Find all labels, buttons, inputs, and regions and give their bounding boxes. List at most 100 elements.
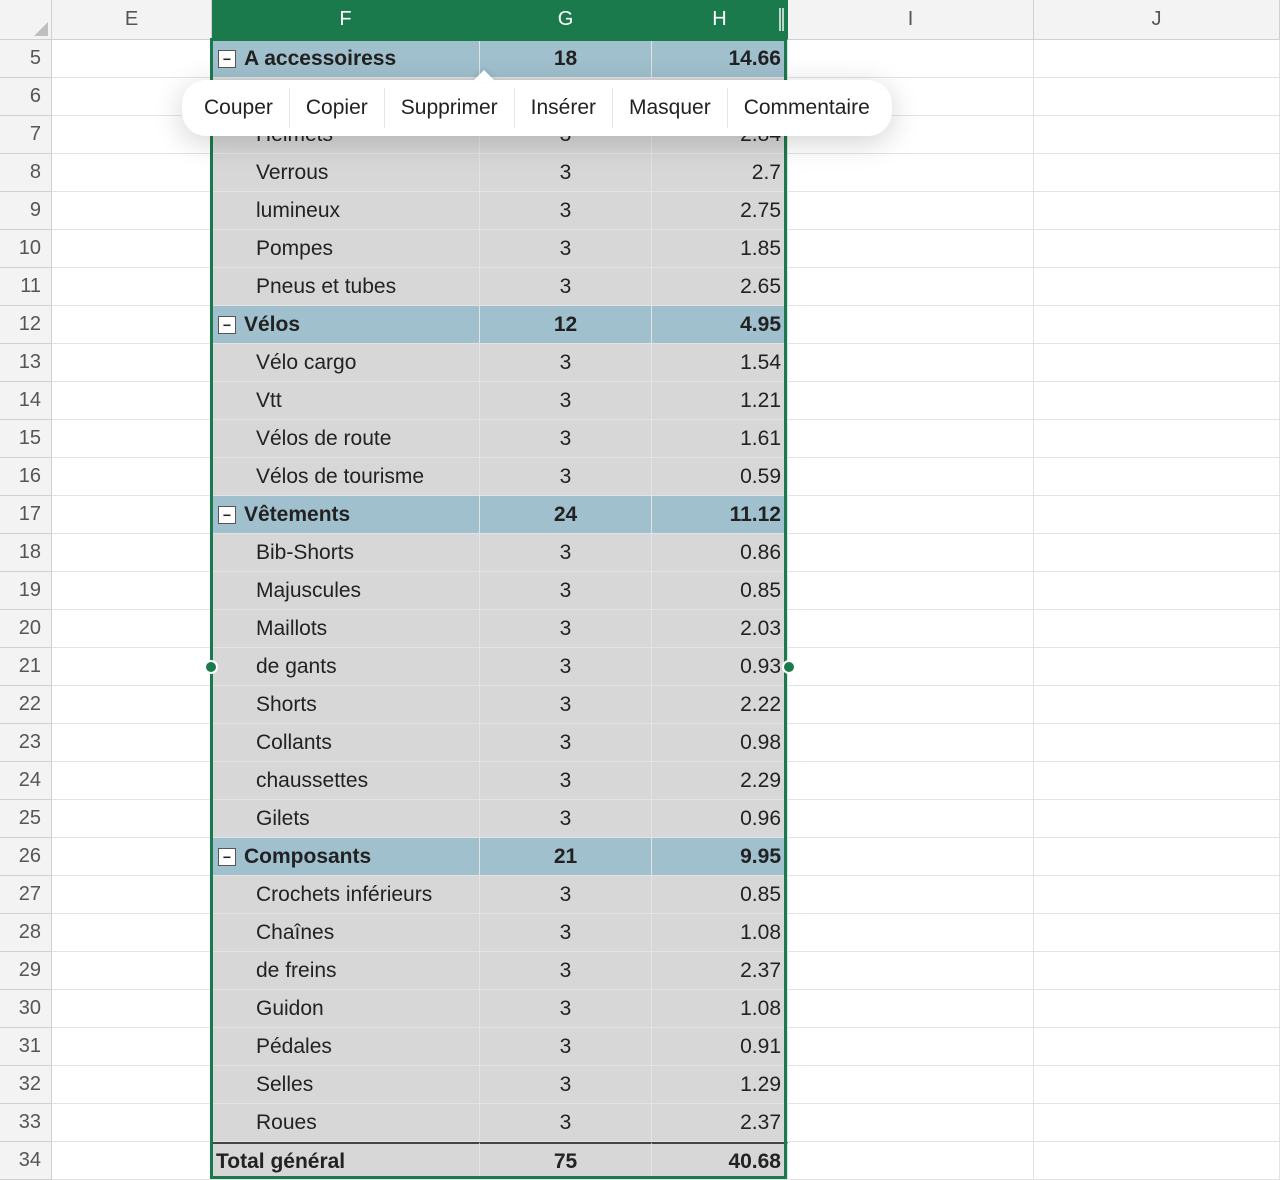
cell-G[interactable]: 21 [480,838,652,876]
cell-J[interactable] [1034,420,1280,458]
row-header[interactable]: 13 [0,344,52,382]
cell-J[interactable] [1034,268,1280,306]
cell-I[interactable] [788,306,1034,344]
cell-E[interactable] [52,458,212,496]
cell-J[interactable] [1034,724,1280,762]
cell-I[interactable] [788,800,1034,838]
cell-H[interactable]: 0.86 [652,534,788,572]
cell-H[interactable]: 9.95 [652,838,788,876]
cell-H[interactable]: 2.29 [652,762,788,800]
cell-H[interactable]: 0.93 [652,648,788,686]
row-header[interactable]: 22 [0,686,52,724]
cell-G[interactable]: 3 [480,268,652,306]
cell-J[interactable] [1034,1066,1280,1104]
cell-E[interactable] [52,648,212,686]
cell-E[interactable] [52,762,212,800]
cell-I[interactable] [788,762,1034,800]
cell-F[interactable]: −Vêtements [212,496,480,534]
row-header[interactable]: 5 [0,40,52,78]
column-header-H[interactable]: H [652,0,788,40]
row-header[interactable]: 30 [0,990,52,1028]
cell-F[interactable]: Selles [212,1066,480,1104]
collapse-icon[interactable]: − [218,848,236,866]
cell-G[interactable]: 3 [480,192,652,230]
cell-J[interactable] [1034,534,1280,572]
row-header[interactable]: 20 [0,610,52,648]
cell-I[interactable] [788,572,1034,610]
cell-J[interactable] [1034,1142,1280,1180]
ctx-insert[interactable]: Insérer [515,88,613,128]
cell-E[interactable] [52,838,212,876]
cell-I[interactable] [788,496,1034,534]
cell-G[interactable]: 18 [480,40,652,78]
cell-G[interactable]: 3 [480,800,652,838]
cell-F[interactable]: −A accessoiress [212,40,480,78]
cell-H[interactable]: 2.65 [652,268,788,306]
cell-G[interactable]: 3 [480,458,652,496]
cell-F[interactable]: de freins [212,952,480,990]
cell-E[interactable] [52,1142,212,1180]
cell-F[interactable]: de gants [212,648,480,686]
row-header[interactable]: 25 [0,800,52,838]
cell-E[interactable] [52,154,212,192]
ctx-delete[interactable]: Supprimer [385,88,515,128]
cell-H[interactable]: 2.22 [652,686,788,724]
cell-J[interactable] [1034,990,1280,1028]
cell-E[interactable] [52,1104,212,1142]
cell-I[interactable] [788,420,1034,458]
cell-I[interactable] [788,724,1034,762]
cell-E[interactable] [52,990,212,1028]
cell-G[interactable]: 3 [480,1066,652,1104]
column-header-G[interactable]: G [480,0,652,40]
cell-G[interactable]: 3 [480,534,652,572]
row-header[interactable]: 33 [0,1104,52,1142]
cell-E[interactable] [52,1066,212,1104]
cell-J[interactable] [1034,952,1280,990]
cell-G[interactable]: 3 [480,1028,652,1066]
row-header[interactable]: 34 [0,1142,52,1180]
cell-J[interactable] [1034,800,1280,838]
cell-I[interactable] [788,534,1034,572]
row-header[interactable]: 15 [0,420,52,458]
cell-J[interactable] [1034,610,1280,648]
cell-G[interactable]: 3 [480,610,652,648]
cell-H[interactable]: 1.08 [652,990,788,1028]
cell-I[interactable] [788,458,1034,496]
cell-J[interactable] [1034,914,1280,952]
cell-I[interactable] [788,610,1034,648]
cell-H[interactable]: 0.91 [652,1028,788,1066]
cell-F[interactable]: Vélos de tourisme [212,458,480,496]
row-header[interactable]: 12 [0,306,52,344]
cell-E[interactable] [52,192,212,230]
cell-I[interactable] [788,990,1034,1028]
cell-G[interactable]: 3 [480,686,652,724]
cell-H[interactable]: 2.37 [652,1104,788,1142]
cell-G[interactable]: 3 [480,876,652,914]
cell-J[interactable] [1034,192,1280,230]
cell-F[interactable]: Majuscules [212,572,480,610]
row-header[interactable]: 14 [0,382,52,420]
cell-F[interactable]: Shorts [212,686,480,724]
cell-G[interactable]: 3 [480,952,652,990]
cell-I[interactable] [788,914,1034,952]
ctx-cut[interactable]: Couper [188,88,290,128]
cell-F[interactable]: Bib-Shorts [212,534,480,572]
row-header[interactable]: 29 [0,952,52,990]
cell-H[interactable]: 0.98 [652,724,788,762]
cell-G[interactable]: 3 [480,382,652,420]
cell-F[interactable]: Chaînes [212,914,480,952]
grid-area[interactable]: −A accessoiress1814.66Helmets32.84Verrou… [52,40,1280,1180]
cell-J[interactable] [1034,648,1280,686]
cell-H[interactable]: 40.68 [652,1142,788,1180]
cell-I[interactable] [788,1104,1034,1142]
cell-J[interactable] [1034,1104,1280,1142]
cell-F[interactable]: Verrous [212,154,480,192]
cell-F[interactable]: Pédales [212,1028,480,1066]
cell-H[interactable]: 2.37 [652,952,788,990]
cell-E[interactable] [52,610,212,648]
cell-J[interactable] [1034,572,1280,610]
cell-E[interactable] [52,686,212,724]
ctx-comment[interactable]: Commentaire [728,88,886,128]
cell-I[interactable] [788,382,1034,420]
ctx-copy[interactable]: Copier [290,88,385,128]
